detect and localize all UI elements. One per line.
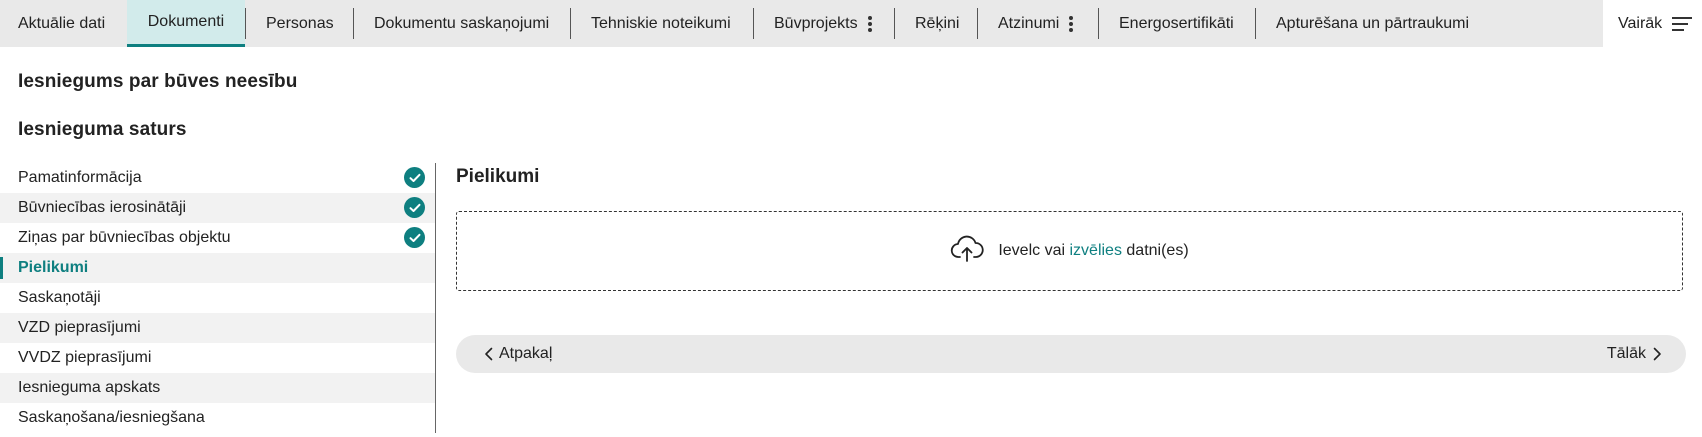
nav-item-saskanosana-iesniegsana[interactable]: Saskaņošana/iesniegšana — [0, 403, 436, 433]
choose-file-link[interactable]: izvēlies — [1069, 242, 1121, 259]
check-circle-icon — [404, 227, 425, 248]
tab-divider — [977, 8, 978, 39]
tab-dokumenti[interactable]: Dokumenti — [127, 0, 245, 47]
tab-rekini[interactable]: Rēķini — [915, 0, 959, 47]
top-tab-bar: Aktuālie dati Dokumenti Personas Dokumen… — [0, 0, 1702, 47]
check-circle-icon — [404, 167, 425, 188]
tab-divider — [753, 8, 754, 39]
step-navigation: Pamatinformācija Būvniecības ierosinātāj… — [0, 163, 436, 433]
nav-item-pamatinformacija[interactable]: Pamatinformācija — [0, 163, 436, 193]
chevron-right-icon — [1653, 347, 1662, 361]
nav-item-vzd-pieprasijumi[interactable]: VZD pieprasījumi — [0, 313, 436, 343]
tab-personas[interactable]: Personas — [266, 0, 334, 47]
page-title: Iesniegums par būves neesību — [18, 71, 298, 92]
more-menu-button[interactable]: Vairāk — [1603, 0, 1702, 47]
tab-divider — [353, 8, 354, 39]
nav-item-saskanotaji[interactable]: Saskaņotāji — [0, 283, 436, 313]
nav-item-pielikumi[interactable]: Pielikumi — [0, 253, 436, 283]
file-dropzone[interactable]: Ievelc vai izvēlies datni(es) — [456, 211, 1683, 291]
step-navigation-bar: Atpakaļ Tālāk — [456, 335, 1686, 373]
tab-divider — [894, 8, 895, 39]
more-vertical-icon[interactable] — [867, 14, 872, 34]
tab-tehniskie-noteikumi[interactable]: Tehniskie noteikumi — [591, 0, 731, 47]
content-title: Iesnieguma saturs — [18, 119, 187, 140]
tab-buvprojekts[interactable]: Būvprojekts — [774, 0, 872, 47]
nav-item-vvdz-pieprasijumi[interactable]: VVDZ pieprasījumi — [0, 343, 436, 373]
section-title: Pielikumi — [456, 166, 540, 187]
tab-divider — [570, 8, 571, 39]
next-button[interactable]: Tālāk — [1607, 335, 1662, 373]
tab-apturesana[interactable]: Apturēšana un pārtraukumi — [1276, 0, 1469, 47]
nav-item-zinas-par-objektu[interactable]: Ziņas par būvniecības objektu — [0, 223, 436, 253]
cloud-upload-icon — [950, 235, 984, 268]
tab-divider — [1255, 8, 1256, 39]
chevron-left-icon — [484, 347, 493, 361]
menu-icon — [1672, 13, 1693, 35]
tab-aktualie-dati[interactable]: Aktuālie dati — [18, 0, 105, 47]
tab-divider — [245, 8, 246, 39]
tab-energosertifikati[interactable]: Energosertifikāti — [1119, 0, 1234, 47]
more-vertical-icon[interactable] — [1069, 14, 1074, 34]
nav-item-iesnieguma-apskats[interactable]: Iesnieguma apskats — [0, 373, 436, 403]
dropzone-text: Ievelc vai izvēlies datni(es) — [998, 242, 1189, 259]
nav-item-buvniecibas-ierosinataji[interactable]: Būvniecības ierosinātāji — [0, 193, 436, 223]
tab-atzinumi[interactable]: Atzinumi — [998, 0, 1074, 47]
check-circle-icon — [404, 197, 425, 218]
tab-dokumentu-saskanojumi[interactable]: Dokumentu saskaņojumi — [374, 0, 549, 47]
tab-divider — [1098, 8, 1099, 39]
vertical-divider — [435, 163, 436, 433]
back-button[interactable]: Atpakaļ — [484, 335, 552, 373]
